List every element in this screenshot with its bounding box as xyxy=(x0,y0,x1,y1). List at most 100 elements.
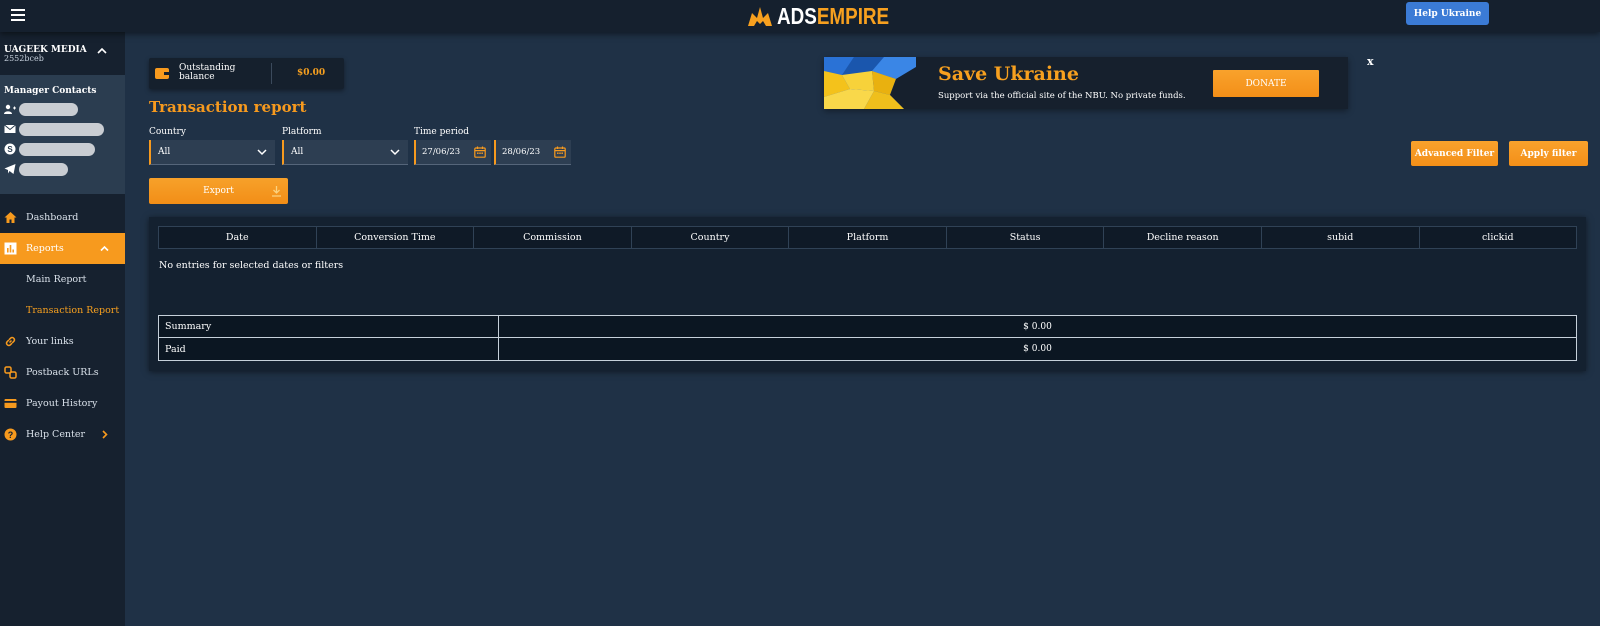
sidebar-item-label: Help Center xyxy=(26,429,86,440)
redacted-name xyxy=(19,102,78,116)
redacted-telegram xyxy=(19,162,68,176)
ukraine-flag-image xyxy=(824,57,916,109)
donate-button[interactable]: DONATE xyxy=(1213,70,1319,97)
sidebar-item-help-center[interactable]: ? Help Center xyxy=(0,419,125,450)
country-label: Country xyxy=(149,127,186,137)
country-select-value: All xyxy=(158,147,171,157)
bar-chart-icon xyxy=(4,242,17,255)
telegram-icon xyxy=(4,164,16,174)
crown-logo-icon xyxy=(748,7,772,26)
empty-state-message: No entries for selected dates or filters xyxy=(159,260,344,271)
sidebar-item-label: Dashboard xyxy=(26,212,79,223)
account-id: 2552bceb xyxy=(4,54,44,63)
sidebar-item-label: Payout History xyxy=(26,398,98,409)
postback-link-icon xyxy=(4,366,17,379)
summary-table: Summary $ 0.00 Paid $ 0.00 xyxy=(158,315,1577,361)
sidebar-subitem-transaction-report[interactable]: Transaction Report xyxy=(0,295,125,326)
sidebar-item-label: Your links xyxy=(26,336,74,347)
transactions-panel: Date Conversion Time Commission Country … xyxy=(149,217,1586,371)
link-icon xyxy=(5,336,16,347)
close-banner-button[interactable]: x xyxy=(1367,55,1374,68)
sidebar-nav: Dashboard Reports Main Report Transactio… xyxy=(0,202,125,450)
page-title: Transaction report xyxy=(149,98,307,116)
platform-select[interactable]: All xyxy=(282,140,408,165)
sidebar-item-postback-urls[interactable]: Postback URLs xyxy=(0,357,125,388)
column-header[interactable]: Conversion Time xyxy=(317,227,475,248)
banner-title: Save Ukraine xyxy=(938,63,1079,85)
export-button[interactable]: Export xyxy=(149,178,288,204)
sidebar-item-payout-history[interactable]: Payout History xyxy=(0,388,125,419)
chevron-down-icon xyxy=(257,149,267,156)
column-header[interactable]: Decline reason xyxy=(1104,227,1262,248)
time-period-label: Time period xyxy=(414,127,470,137)
chevron-up-icon xyxy=(100,245,109,252)
date-from-input[interactable]: 27/06/23 xyxy=(414,140,491,165)
manager-contacts: Manager Contacts S xyxy=(0,75,125,194)
wallet-icon xyxy=(155,68,169,79)
country-select[interactable]: All xyxy=(149,140,275,165)
table-header: Date Conversion Time Commission Country … xyxy=(158,226,1577,249)
banner-text: Support via the official site of the NBU… xyxy=(938,91,1186,101)
column-header[interactable]: clickid xyxy=(1420,227,1577,248)
column-header[interactable]: Date xyxy=(159,227,317,248)
contact-telegram xyxy=(4,159,125,179)
date-to-value: 28/06/23 xyxy=(502,147,541,157)
summary-value: $ 0.00 xyxy=(1023,321,1052,332)
calendar-icon[interactable] xyxy=(554,146,566,158)
sidebar-item-reports[interactable]: Reports xyxy=(0,233,125,264)
save-ukraine-banner: Save Ukraine Support via the official si… xyxy=(824,57,1348,109)
menu-icon[interactable] xyxy=(11,9,25,21)
people-icon xyxy=(4,104,16,114)
calendar-icon[interactable] xyxy=(474,146,486,158)
contact-email xyxy=(4,119,125,139)
chevron-right-icon xyxy=(102,430,108,439)
sidebar-item-label: Postback URLs xyxy=(26,367,99,378)
apply-filter-button[interactable]: Apply filter xyxy=(1509,141,1588,166)
advanced-filter-button[interactable]: Advanced Filter xyxy=(1411,141,1498,166)
divider xyxy=(271,63,272,84)
top-header: ADSEMPIRE Help Ukraine xyxy=(0,0,1600,32)
date-to-input[interactable]: 28/06/23 xyxy=(494,140,571,165)
export-label: Export xyxy=(203,186,234,196)
svg-text:S: S xyxy=(7,145,13,154)
contact-skype: S xyxy=(4,139,125,159)
chevron-down-icon xyxy=(390,149,400,156)
sidebar: UAGEEK MEDIA 2552bceb Manager Contacts S… xyxy=(0,32,125,626)
redacted-email xyxy=(19,122,104,136)
account-header[interactable]: UAGEEK MEDIA 2552bceb xyxy=(0,32,125,75)
summary-label: Summary xyxy=(159,316,499,337)
column-header[interactable]: Country xyxy=(632,227,790,248)
contact-person xyxy=(4,99,125,119)
paid-label: Paid xyxy=(159,338,499,360)
column-header[interactable]: Commission xyxy=(474,227,632,248)
credit-card-icon xyxy=(4,399,17,408)
column-header[interactable]: Platform xyxy=(789,227,947,248)
sidebar-item-your-links[interactable]: Your links xyxy=(0,326,125,357)
logo-empire-text: EMPIRE xyxy=(816,2,890,29)
balance-label: Outstanding balance xyxy=(179,63,236,82)
help-ukraine-button[interactable]: Help Ukraine xyxy=(1406,2,1489,25)
chevron-up-icon[interactable] xyxy=(97,47,107,55)
column-header[interactable]: Status xyxy=(947,227,1105,248)
sidebar-item-label: Reports xyxy=(26,243,64,254)
contacts-title: Manager Contacts xyxy=(4,86,97,96)
mail-icon xyxy=(4,124,16,133)
download-icon xyxy=(272,186,281,197)
redacted-skype xyxy=(19,142,95,156)
sidebar-subitem-main-report[interactable]: Main Report xyxy=(0,264,125,295)
home-icon xyxy=(4,212,17,223)
summary-row: Summary $ 0.00 xyxy=(159,316,1576,338)
platform-select-value: All xyxy=(291,147,304,157)
help-icon: ? xyxy=(4,428,17,441)
logo-ads-text: ADS xyxy=(777,2,817,29)
date-from-value: 27/06/23 xyxy=(422,147,461,157)
column-header[interactable]: subid xyxy=(1262,227,1420,248)
paid-row: Paid $ 0.00 xyxy=(159,338,1576,360)
sidebar-item-dashboard[interactable]: Dashboard xyxy=(0,202,125,233)
skype-icon: S xyxy=(4,143,16,155)
svg-text:?: ? xyxy=(8,430,14,440)
balance-amount: $0.00 xyxy=(297,68,326,78)
brand-logo[interactable]: ADSEMPIRE xyxy=(746,3,914,29)
platform-label: Platform xyxy=(282,127,322,137)
paid-value: $ 0.00 xyxy=(1023,344,1052,354)
